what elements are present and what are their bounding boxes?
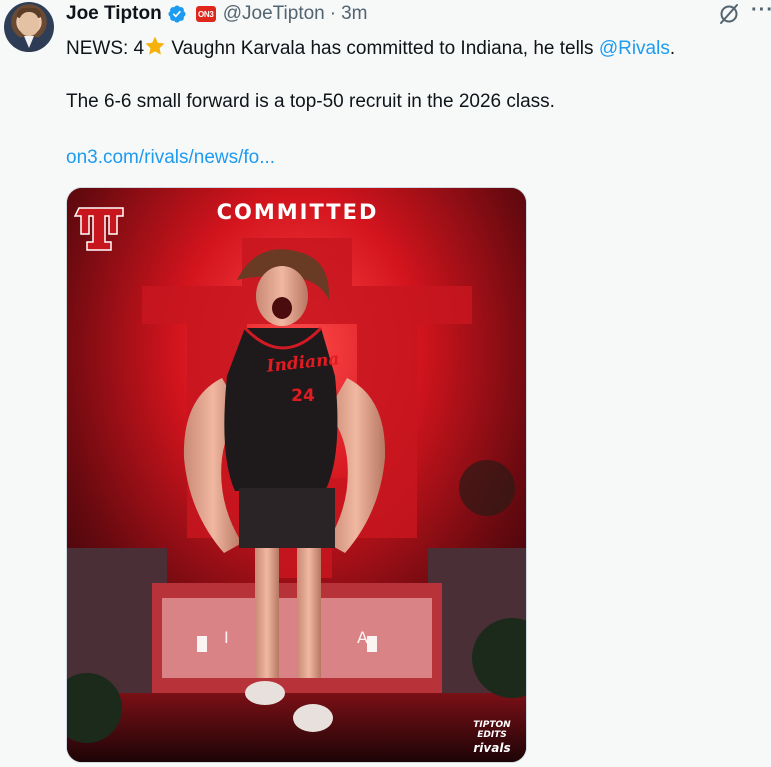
star-icon: [145, 36, 165, 55]
credit-line-2: EDITS: [477, 730, 507, 740]
jersey-number: 24: [291, 386, 315, 406]
graphic-headline: COMMITTED: [216, 200, 379, 224]
author-handle[interactable]: @JoeTipton: [223, 3, 325, 25]
verified-icon: [168, 5, 186, 23]
tweet-text-prefix: NEWS: 4: [66, 38, 145, 59]
article-link[interactable]: on3.com/rivals/news/fo...: [66, 146, 275, 170]
more-icon[interactable]: ···: [751, 0, 771, 24]
on3-badge[interactable]: ON3: [195, 6, 216, 22]
commit-graphic-art: [67, 188, 526, 762]
credit-brand: rivals: [473, 741, 511, 755]
tweet: Joe Tipton ON3 @JoeTipton · 3m ··· NEWS:…: [0, 0, 771, 767]
avatar[interactable]: [4, 2, 54, 52]
tweet-text-suffix: .: [669, 38, 676, 59]
tweet-text-line-2: The 6-6 small forward is a top-50 recrui…: [66, 91, 555, 112]
timestamp[interactable]: 3m: [341, 3, 367, 25]
mention-rivals[interactable]: @Rivals: [599, 38, 670, 59]
tweet-header: Joe Tipton ON3 @JoeTipton · 3m: [66, 3, 367, 25]
tweet-text-main: Vaughn Karvala has committed to Indiana,…: [166, 38, 599, 59]
author-name[interactable]: Joe Tipton: [66, 3, 162, 25]
commit-graphic[interactable]: COMMITTED Indiana 24 I A TIPTON EDITS ri…: [66, 187, 527, 763]
separator-dot: ·: [329, 3, 337, 24]
tweet-text-line-1: NEWS: 4 Vaughn Karvala has committed to …: [66, 35, 766, 61]
grok-icon[interactable]: [717, 2, 741, 26]
building-letter-left: I: [224, 628, 229, 647]
building-letter-right: A: [357, 628, 368, 647]
credit-line-1: TIPTON: [473, 720, 511, 730]
